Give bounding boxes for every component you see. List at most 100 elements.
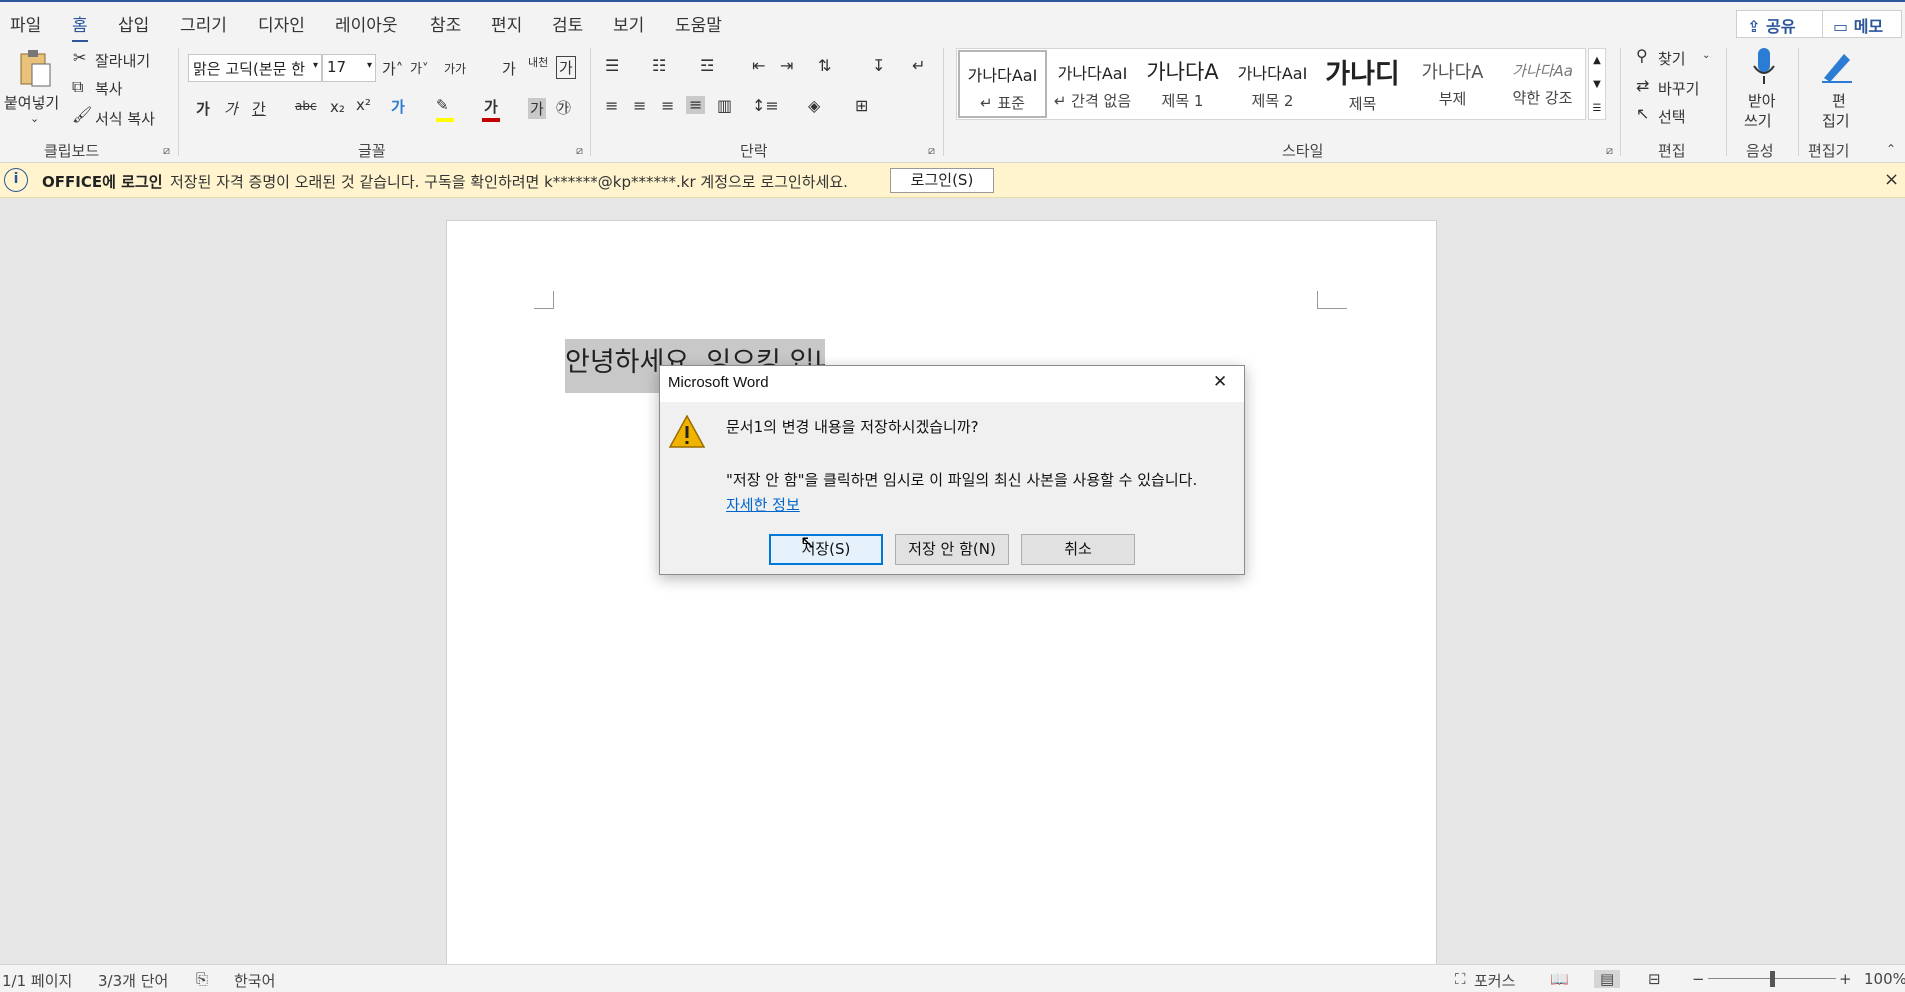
strikethrough-button[interactable]: abc <box>295 99 317 113</box>
page-count[interactable]: 1/1 페이지 <box>2 970 72 991</box>
collapse-ribbon-icon[interactable]: ⌃ <box>1886 142 1896 156</box>
memo-button[interactable]: ▭ 메모 <box>1822 10 1902 38</box>
font-launcher-icon[interactable]: ⧄ <box>576 144 583 158</box>
tab-draw[interactable]: 그리기 <box>180 11 227 36</box>
justify-icon[interactable]: ≡ <box>686 96 706 114</box>
select-button[interactable]: 선택 <box>1658 106 1686 127</box>
share-button[interactable]: ⇪ 공유 <box>1736 10 1825 38</box>
align-left-icon[interactable]: ≡ <box>605 98 618 114</box>
chevron-down-icon[interactable]: ⌄ <box>1702 50 1710 61</box>
tab-view[interactable]: 보기 <box>613 11 644 36</box>
font-size-combo[interactable]: 17 ▾ <box>322 54 376 82</box>
search-icon[interactable]: ⚲ <box>1636 48 1648 64</box>
style-normal[interactable]: 가나다AaI ↵ 표준 <box>958 50 1047 118</box>
phonetic-guide-button[interactable]: 가 <box>502 58 516 79</box>
bold-button[interactable]: 가 <box>196 98 210 119</box>
paste-button[interactable]: 붙여넣기 ⌄ <box>4 46 66 132</box>
text-direction-icon[interactable]: ⇅ <box>818 58 831 74</box>
tab-layout[interactable]: 레이아웃 <box>335 11 398 36</box>
highlight-button[interactable]: ✎ <box>436 96 449 114</box>
find-button[interactable]: 찾기 <box>1658 48 1686 69</box>
proofing-icon[interactable]: ⎘ <box>196 970 208 988</box>
line-spacing-icon[interactable]: ↕≡ <box>752 98 779 114</box>
subscript-button[interactable]: x₂ <box>330 98 345 116</box>
character-shading-button[interactable]: 가 <box>528 98 546 119</box>
paragraph-launcher-icon[interactable]: ⧄ <box>928 144 935 158</box>
replace-button[interactable]: 바꾸기 <box>1658 78 1699 99</box>
dictate-button[interactable]: 받아 쓰기 <box>1736 44 1792 138</box>
borders-icon[interactable]: ⊞ <box>855 98 868 114</box>
scroll-up-icon[interactable]: ▲ <box>1589 49 1605 73</box>
font-name-combo[interactable]: 맑은 고딕(본문 한 ▾ <box>188 54 322 82</box>
align-right-icon[interactable]: ≡ <box>661 98 674 114</box>
language[interactable]: 한국어 <box>234 970 275 991</box>
clipboard-launcher-icon[interactable]: ⧄ <box>163 144 170 158</box>
enclose-characters-button[interactable]: ㉮ <box>556 97 571 118</box>
bullets-icon[interactable]: ☰ <box>605 58 619 74</box>
numbering-icon[interactable]: ☷ <box>652 58 666 74</box>
tab-file[interactable]: 파일 <box>10 11 41 36</box>
increase-indent-icon[interactable]: ⇥ <box>780 58 793 74</box>
document-page[interactable]: 안녕하세요. 잉으킹 입니다. <box>446 220 1437 992</box>
format-painter-label[interactable]: 서식 복사 <box>95 108 155 129</box>
style-heading-1[interactable]: 가나다A 제목 1 <box>1138 50 1227 118</box>
dont-save-button[interactable]: 저장 안 함(N) <box>895 534 1009 565</box>
shading-icon[interactable]: ◈ <box>808 98 820 114</box>
format-painter-icon[interactable]: 🖌 <box>72 107 92 123</box>
scissors-icon[interactable]: ✂ <box>73 50 86 66</box>
tab-mailings[interactable]: 편지 <box>491 11 522 36</box>
zoom-out-button[interactable]: − <box>1692 970 1705 988</box>
align-center-icon[interactable]: ≡ <box>633 98 646 114</box>
copy-label[interactable]: 복사 <box>95 78 123 99</box>
style-title[interactable]: 가나디 제목 <box>1318 50 1407 118</box>
style-no-spacing[interactable]: 가나다AaI ↵ 간격 없음 <box>1048 50 1137 118</box>
editor-button[interactable]: 편 집기 <box>1808 44 1864 138</box>
learn-more-link[interactable]: 자세한 정보 <box>726 494 800 515</box>
cancel-button[interactable]: 취소 <box>1021 534 1135 565</box>
style-subtle-emphasis[interactable]: 가나다Aa 약한 강조 <box>1498 50 1587 118</box>
styles-launcher-icon[interactable]: ⧄ <box>1606 144 1613 158</box>
style-heading-2[interactable]: 가나다AaI 제목 2 <box>1228 50 1317 118</box>
dialog-close-icon[interactable]: ✕ <box>1213 372 1227 392</box>
replace-icon[interactable]: ⇄ <box>1636 78 1649 94</box>
hanja-button[interactable]: 내천 <box>528 54 548 70</box>
copy-icon[interactable]: ⧉ <box>72 79 83 95</box>
tab-design[interactable]: 디자인 <box>258 11 305 36</box>
sort-icon[interactable]: ↧ <box>872 58 885 74</box>
font-color-button[interactable]: 가 <box>484 96 498 117</box>
tab-help[interactable]: 도움말 <box>675 11 722 36</box>
more-styles-icon[interactable]: ☰ <box>1589 97 1605 121</box>
text-effects-button[interactable]: 가 <box>391 96 405 117</box>
close-icon[interactable]: × <box>1884 169 1899 190</box>
zoom-in-button[interactable]: + <box>1839 970 1852 988</box>
word-count[interactable]: 3/3개 단어 <box>98 970 168 991</box>
cursor-icon[interactable]: ↖ <box>1636 106 1649 122</box>
decrease-indent-icon[interactable]: ⇤ <box>752 58 765 74</box>
login-button[interactable]: 로그인(S) <box>890 168 994 193</box>
read-mode-icon[interactable]: 📖 <box>1550 970 1569 988</box>
tab-review[interactable]: 검토 <box>552 11 583 36</box>
superscript-button[interactable]: x² <box>356 96 371 114</box>
change-case-button[interactable]: 가가 <box>444 60 466 77</box>
tab-home[interactable]: 홈 <box>72 11 88 43</box>
style-subtitle[interactable]: 가나다A 부제 <box>1408 50 1497 118</box>
print-layout-icon[interactable]: ▤ <box>1594 970 1621 988</box>
zoom-slider-thumb[interactable] <box>1770 971 1775 987</box>
shrink-font-button[interactable]: 가˅ <box>410 58 428 77</box>
tab-insert[interactable]: 삽입 <box>118 11 149 36</box>
zoom-level[interactable]: 100% <box>1864 970 1905 988</box>
distributed-icon[interactable]: ▥ <box>717 98 732 114</box>
web-layout-icon[interactable]: ⊟ <box>1648 970 1661 988</box>
italic-button[interactable]: 가 <box>224 98 238 119</box>
grow-font-button[interactable]: 가˄ <box>382 58 403 79</box>
save-button[interactable]: 저장(S) <box>769 534 883 565</box>
tab-references[interactable]: 참조 <box>430 11 461 36</box>
underline-button[interactable]: 간 <box>252 98 266 119</box>
scroll-down-icon[interactable]: ▼ <box>1589 73 1605 97</box>
multilevel-list-icon[interactable]: ☲ <box>700 58 714 74</box>
show-marks-icon[interactable]: ↵ <box>912 58 925 74</box>
cut-label[interactable]: 잘라내기 <box>95 50 150 71</box>
character-border-button[interactable]: 가 <box>556 56 576 79</box>
focus-label[interactable]: 포커스 <box>1474 970 1515 991</box>
focus-icon[interactable]: ⛶ <box>1455 970 1466 988</box>
